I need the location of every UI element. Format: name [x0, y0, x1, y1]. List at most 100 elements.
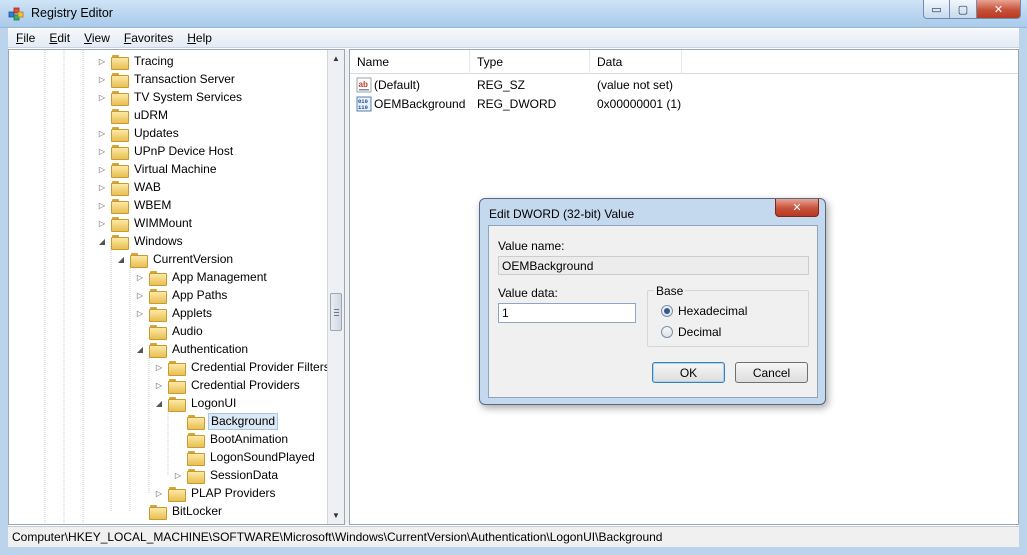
- tree-item[interactable]: ▷ Transaction Server: [97, 70, 237, 88]
- value-data-input[interactable]: [498, 303, 636, 323]
- value-name-field[interactable]: OEMBackground: [498, 256, 809, 275]
- tree-item[interactable]: uDRM: [97, 106, 170, 124]
- collapse-arrow-icon[interactable]: ◢: [154, 398, 164, 408]
- svg-text:110: 110: [358, 104, 368, 111]
- grip-icon: [334, 309, 339, 310]
- tree-item[interactable]: ▷ Credential Provider Filters: [154, 358, 332, 376]
- tree-item[interactable]: ▷ Virtual Machine: [97, 160, 219, 178]
- tree-item-label: Windows: [134, 234, 183, 248]
- dialog-close-button[interactable]: ✕: [775, 199, 819, 217]
- tree-item-label: Tracing: [134, 54, 174, 68]
- menu-edit[interactable]: Edit: [41, 31, 76, 45]
- tree-item[interactable]: ▷ Tracing: [97, 52, 176, 70]
- expand-arrow-icon[interactable]: ▷: [97, 74, 107, 84]
- tree-item[interactable]: ▷ TV System Services: [97, 88, 244, 106]
- tree-item[interactable]: ▷ UPnP Device Host: [97, 142, 235, 160]
- expand-arrow-icon[interactable]: ▷: [97, 164, 107, 174]
- folder-icon: [111, 216, 129, 232]
- tree-item[interactable]: ▷ WIMMount: [97, 214, 194, 232]
- folder-icon: [149, 270, 167, 286]
- menu-favorites[interactable]: Favorites: [116, 31, 179, 45]
- tree-item[interactable]: ▷ Credential Providers: [154, 376, 302, 394]
- expander-placeholder: [97, 110, 107, 120]
- tree-item[interactable]: LogonSoundPlayed: [173, 448, 317, 466]
- folder-icon: [187, 414, 205, 430]
- expand-arrow-icon[interactable]: ▷: [97, 56, 107, 66]
- value-data: 0x00000001 (1): [597, 97, 682, 111]
- tree-item[interactable]: ◢ LogonUI: [154, 394, 238, 412]
- tree-item[interactable]: ▷ Updates: [97, 124, 181, 142]
- expand-arrow-icon[interactable]: ▷: [97, 182, 107, 192]
- expand-arrow-icon[interactable]: ▷: [135, 308, 145, 318]
- tree-item[interactable]: ▷ WBEM: [97, 196, 173, 214]
- tree-scrollbar[interactable]: ▲ ▼: [327, 50, 344, 524]
- menu-file[interactable]: File: [8, 31, 41, 45]
- folder-icon: [149, 288, 167, 304]
- menu-help[interactable]: Help: [179, 31, 218, 45]
- tree-item[interactable]: ▷ WAB: [97, 178, 163, 196]
- collapse-arrow-icon[interactable]: ◢: [116, 254, 126, 264]
- tree-item[interactable]: ▷ App Paths: [135, 286, 229, 304]
- folder-icon: [111, 54, 129, 70]
- tree-item-label: WAB: [134, 180, 161, 194]
- column-name[interactable]: Name: [350, 50, 470, 74]
- collapse-arrow-icon[interactable]: ◢: [135, 344, 145, 354]
- tree-item[interactable]: Background: [173, 412, 279, 430]
- tree-item[interactable]: ◢ Windows: [97, 232, 185, 250]
- expand-arrow-icon[interactable]: ▷: [173, 470, 183, 480]
- close-button[interactable]: ✕: [977, 0, 1021, 19]
- tree-item-label: Credential Provider Filters: [191, 360, 330, 374]
- scroll-thumb[interactable]: [330, 293, 342, 331]
- tree-item[interactable]: BitLocker: [135, 502, 224, 520]
- menu-label-rest: avorites: [131, 31, 174, 45]
- cancel-button[interactable]: Cancel: [735, 362, 808, 383]
- tree-item[interactable]: ◢ Authentication: [135, 340, 250, 358]
- expand-arrow-icon[interactable]: ▷: [154, 488, 164, 498]
- list-item[interactable]: 010 110 OEMBackground REG_DWORD 0x000000…: [350, 95, 1018, 114]
- menu-label-rest: ile: [23, 31, 36, 45]
- expand-arrow-icon[interactable]: ▷: [97, 146, 107, 156]
- folder-icon: [111, 108, 129, 124]
- minimize-button[interactable]: ▭: [923, 0, 950, 19]
- column-data[interactable]: Data: [590, 50, 682, 74]
- radio-hexadecimal[interactable]: Hexadecimal: [661, 304, 747, 318]
- maximize-button[interactable]: ▢: [950, 0, 977, 19]
- title-bar[interactable]: Registry Editor ▭ ▢ ✕: [0, 0, 1027, 28]
- tree-item[interactable]: ▷ App Management: [135, 268, 269, 286]
- expand-arrow-icon[interactable]: ▷: [97, 128, 107, 138]
- tree-item[interactable]: ▷ SessionData: [173, 466, 280, 484]
- ok-button[interactable]: OK: [652, 362, 725, 383]
- window-controls: ▭ ▢ ✕: [923, 0, 1021, 20]
- radio-decimal[interactable]: Decimal: [661, 325, 721, 339]
- window-frame-left: [0, 28, 8, 555]
- tree-item[interactable]: ▷ PLAP Providers: [154, 484, 278, 502]
- window-title: Registry Editor: [31, 6, 113, 20]
- column-type[interactable]: Type: [470, 50, 590, 74]
- tree-item[interactable]: ▷ Applets: [135, 304, 214, 322]
- expand-arrow-icon[interactable]: ▷: [97, 200, 107, 210]
- scroll-up-icon[interactable]: ▲: [328, 50, 344, 67]
- expand-arrow-icon[interactable]: ▷: [97, 218, 107, 228]
- status-path: Computer\HKEY_LOCAL_MACHINE\SOFTWARE\Mic…: [12, 530, 663, 544]
- collapse-arrow-icon[interactable]: ◢: [97, 236, 107, 246]
- expand-arrow-icon[interactable]: ▷: [135, 272, 145, 282]
- tree-item[interactable]: ◢ CurrentVersion: [116, 250, 235, 268]
- tree-item[interactable]: Audio: [135, 322, 205, 340]
- key-tree-pane[interactable]: ▷ Tracing ▷ Transaction Server ▷ TV System Se…: [8, 49, 345, 525]
- tree-item[interactable]: BootAnimation: [173, 430, 290, 448]
- tree-item-label: WBEM: [134, 198, 172, 212]
- folder-icon: [168, 360, 186, 376]
- list-item[interactable]: ab (Default) REG_SZ (value not set): [350, 76, 1018, 95]
- binary-value-icon: 010 110: [356, 96, 372, 112]
- registry-editor-icon: [8, 7, 24, 21]
- expand-arrow-icon[interactable]: ▷: [97, 92, 107, 102]
- edit-dword-dialog[interactable]: Edit DWORD (32-bit) Value ✕ Value name: …: [479, 198, 826, 405]
- folder-icon: [149, 342, 167, 358]
- scroll-down-icon[interactable]: ▼: [328, 507, 344, 524]
- status-bar: Computer\HKEY_LOCAL_MACHINE\SOFTWARE\Mic…: [8, 526, 1019, 547]
- expand-arrow-icon[interactable]: ▷: [154, 362, 164, 372]
- expand-arrow-icon[interactable]: ▷: [154, 380, 164, 390]
- menu-mnemonic: V: [84, 31, 92, 45]
- expand-arrow-icon[interactable]: ▷: [135, 290, 145, 300]
- menu-view[interactable]: View: [76, 31, 116, 45]
